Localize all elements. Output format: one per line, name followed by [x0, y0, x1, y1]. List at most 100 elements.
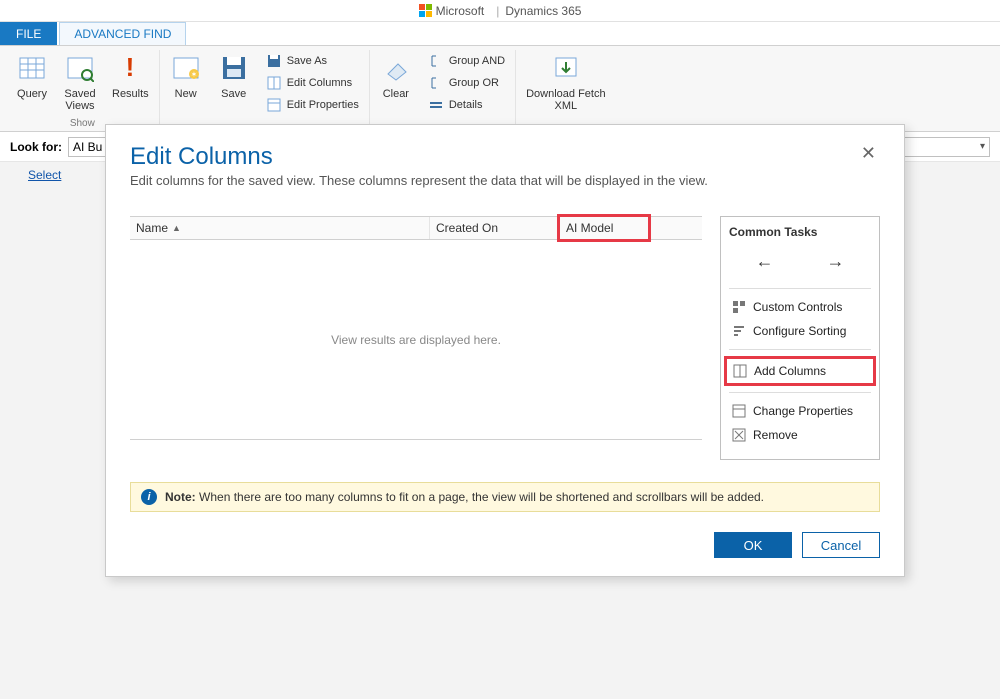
task-add-columns[interactable]: Add Columns — [724, 356, 876, 386]
columns-table: Name ▲ Created On AI Model View results … — [130, 216, 702, 460]
move-left-button[interactable]: ← — [736, 249, 794, 274]
clear-label: Clear — [383, 88, 409, 100]
brand-bar: Microsoft | Dynamics 365 — [0, 0, 1000, 22]
column-header-blank — [651, 217, 702, 239]
column-header-created-on[interactable]: Created On — [430, 217, 558, 239]
task-custom-controls[interactable]: Custom Controls — [729, 295, 871, 319]
column-header-name-label: Name — [136, 221, 168, 235]
brand-product: Dynamics 365 — [505, 4, 581, 18]
ribbon-group-fetch: Download Fetch XML — [516, 50, 616, 131]
edit-columns-button[interactable]: Edit Columns — [262, 74, 363, 92]
edit-properties-label: Edit Properties — [287, 99, 359, 111]
look-for-label: Look for: — [10, 140, 62, 154]
task-custom-controls-label: Custom Controls — [753, 300, 842, 314]
select-link[interactable]: Select — [28, 168, 61, 182]
arrow-left-icon: ← — [746, 249, 784, 273]
properties-icon — [731, 403, 747, 419]
details-label: Details — [449, 99, 483, 111]
dialog-subtitle: Edit columns for the saved view. These c… — [130, 173, 708, 188]
save-as-icon — [266, 53, 282, 69]
group-and-button[interactable]: Group AND — [424, 52, 509, 70]
new-button[interactable]: ✶ New — [166, 50, 206, 116]
add-columns-icon — [732, 363, 748, 379]
dialog-title: Edit Columns — [130, 143, 708, 171]
bracket-icon — [428, 75, 444, 91]
microsoft-logo: Microsoft — [419, 4, 485, 18]
svg-text:!: ! — [126, 54, 135, 82]
ribbon-group-query: Clear Group AND Group OR Details — [370, 50, 516, 131]
common-tasks-heading: Common Tasks — [729, 225, 871, 239]
arrow-right-icon: → — [817, 249, 855, 273]
saved-views-label: Saved Views — [64, 88, 95, 112]
tab-file[interactable]: FILE — [0, 22, 57, 45]
details-button[interactable]: Details — [424, 96, 509, 114]
save-as-button[interactable]: Save As — [262, 52, 363, 70]
close-button[interactable]: ✕ — [857, 143, 880, 164]
look-for-dropdown[interactable]: AI Bu — [68, 137, 108, 157]
edit-properties-button[interactable]: Edit Properties — [262, 96, 363, 114]
svg-text:✶: ✶ — [190, 70, 197, 79]
column-header-ai-model[interactable]: AI Model — [557, 214, 651, 242]
ribbon-group-record: ✶ New Save Save As Edit Columns — [160, 50, 370, 131]
info-icon: i — [141, 489, 157, 505]
eraser-icon — [380, 52, 412, 84]
save-label: Save — [221, 88, 246, 100]
query-button[interactable]: Query — [12, 50, 52, 116]
saved-views-button[interactable]: Saved Views — [60, 50, 100, 116]
save-button[interactable]: Save — [214, 50, 254, 116]
tab-advanced-find[interactable]: ADVANCED FIND — [59, 22, 186, 45]
task-configure-sorting-label: Configure Sorting — [753, 324, 846, 338]
edit-columns-dialog: Edit Columns Edit columns for the saved … — [105, 124, 905, 577]
edit-columns-label: Edit Columns — [287, 77, 352, 89]
table-icon — [16, 52, 48, 84]
move-right-button[interactable]: → — [807, 249, 865, 274]
download-fetch-xml-button[interactable]: Download Fetch XML — [522, 50, 610, 116]
task-configure-sorting[interactable]: Configure Sorting — [729, 319, 871, 343]
ribbon-group-show: Query Saved Views ! Results Show — [6, 50, 160, 131]
controls-icon — [731, 299, 747, 315]
common-tasks-panel: Common Tasks ← → Custom Controls Configu… — [720, 216, 880, 460]
columns-table-header: Name ▲ Created On AI Model — [130, 216, 702, 240]
exclamation-icon: ! — [114, 52, 146, 84]
task-change-properties[interactable]: Change Properties — [729, 399, 871, 423]
view-dropdown[interactable]: ▾ — [900, 137, 990, 157]
ok-button[interactable]: OK — [714, 532, 792, 558]
save-icon — [218, 52, 250, 84]
saved-views-icon — [64, 52, 96, 84]
ribbon: Query Saved Views ! Results Show ✶ — [0, 46, 1000, 132]
bracket-icon — [428, 53, 444, 69]
close-icon: ✕ — [861, 143, 876, 163]
group-or-button[interactable]: Group OR — [424, 74, 509, 92]
tab-strip: FILE ADVANCED FIND — [0, 22, 1000, 46]
new-label: New — [175, 88, 197, 100]
task-remove[interactable]: Remove — [729, 423, 871, 447]
details-icon — [428, 97, 444, 113]
ribbon-group-show-label: Show — [70, 118, 95, 129]
chevron-down-icon: ▾ — [980, 141, 985, 152]
sort-icon — [731, 323, 747, 339]
clear-button[interactable]: Clear — [376, 50, 416, 116]
task-change-properties-label: Change Properties — [753, 404, 853, 418]
note-text: When there are too many columns to fit o… — [199, 490, 764, 504]
results-button[interactable]: ! Results — [108, 50, 153, 116]
group-and-label: Group AND — [449, 55, 505, 67]
edit-columns-icon — [266, 75, 282, 91]
download-fetch-xml-label: Download Fetch XML — [526, 88, 606, 112]
brand-company: Microsoft — [436, 4, 485, 18]
edit-properties-icon — [266, 97, 282, 113]
new-icon: ✶ — [170, 52, 202, 84]
task-add-columns-label: Add Columns — [754, 364, 826, 378]
group-or-label: Group OR — [449, 77, 499, 89]
download-icon — [550, 52, 582, 84]
brand-separator: | — [496, 4, 499, 18]
microsoft-logo-icon — [419, 4, 432, 17]
cancel-button[interactable]: Cancel — [802, 532, 880, 558]
results-label: Results — [112, 88, 149, 100]
task-remove-label: Remove — [753, 428, 798, 442]
note-bar: i Note: When there are too many columns … — [130, 482, 880, 512]
column-header-name[interactable]: Name ▲ — [130, 217, 430, 239]
query-label: Query — [17, 88, 47, 100]
note-label: Note: — [165, 490, 196, 504]
remove-icon — [731, 427, 747, 443]
save-as-label: Save As — [287, 55, 327, 67]
